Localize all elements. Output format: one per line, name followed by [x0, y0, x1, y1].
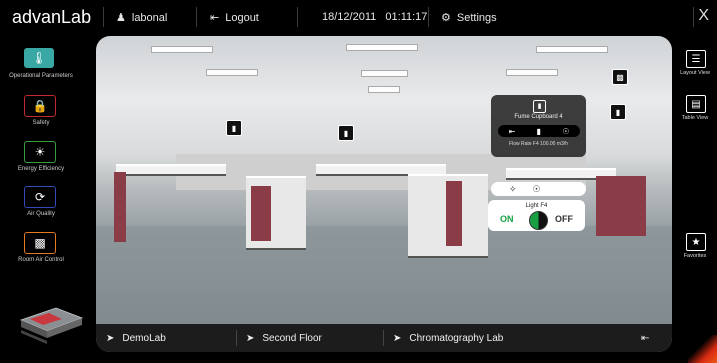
arrow-right-icon: ➤	[106, 333, 115, 344]
lock-icon: 🔒	[24, 95, 56, 117]
breadcrumb-second-floor[interactable]: ➤ Second Floor	[246, 333, 322, 344]
breadcrumb-chromatography-lab[interactable]: ➤ Chromatography Lab	[393, 333, 503, 344]
bulb-icon: ☀	[24, 141, 56, 163]
popup-controls: ⇤ ▮ ☉	[498, 125, 580, 137]
divider	[236, 330, 237, 346]
divider	[297, 7, 298, 27]
logout-button[interactable]: ⇤ Logout	[210, 11, 259, 25]
exit-room-button[interactable]: ⇤	[641, 333, 649, 344]
light-title: Light F4	[525, 203, 548, 209]
lab-bench	[316, 164, 446, 174]
fume-cupboard-marker[interactable]: ▮	[226, 120, 242, 136]
light-dial-icon: ☉	[532, 183, 541, 194]
exit-icon: ⇤	[641, 333, 650, 344]
top-bar: advanLab ♟ labonal ⇤ Logout 18/12/2011 0…	[0, 0, 717, 34]
breadcrumb-demolab[interactable]: ➤ DemoLab	[106, 333, 166, 344]
breadcrumb-label: Second Floor	[262, 333, 322, 344]
brand-corner-logo	[688, 335, 717, 363]
layers-icon: ☰	[686, 50, 706, 68]
breadcrumb-label: DemoLab	[122, 333, 166, 344]
ceiling-light	[346, 44, 418, 51]
breadcrumb: ➤ DemoLab ➤ Second Floor ➤ Chromatograph…	[96, 324, 672, 352]
thermometer-icon: 🌡	[24, 48, 54, 68]
exit-icon[interactable]: ⇤	[509, 127, 516, 136]
table-view-label: Table View	[681, 115, 709, 121]
arrow-right-icon: ➤	[393, 333, 402, 344]
popup-title: Fume Cupboard 4	[514, 114, 563, 120]
ceiling-light	[206, 69, 258, 76]
building-thumbnail[interactable]	[16, 300, 86, 344]
light-control[interactable]: Light F4 ON OFF	[488, 200, 585, 231]
username: labonal	[131, 11, 168, 24]
lab-cabinet	[114, 172, 126, 242]
sidebar-item-operational-parameters[interactable]: 🌡 Operational Parameters	[6, 48, 94, 94]
lab-cabinet	[596, 176, 646, 236]
zoom-icon[interactable]: ☉	[562, 127, 569, 136]
room-air-marker[interactable]: ▩	[612, 69, 628, 85]
light-on-label[interactable]: ON	[500, 214, 514, 224]
fume-cupboard-popup[interactable]: ▮ Fume Cupboard 4 ⇤ ▮ ☉ Flow Rate F4 100…	[491, 95, 586, 157]
logout-icon: ⇤	[210, 12, 220, 24]
ceiling-light	[151, 46, 213, 53]
flow-rate: Flow Rate F4 100.00 m3/h	[509, 141, 568, 147]
sidebar-item-label: Air Quality	[27, 211, 55, 217]
ceiling-light	[368, 86, 400, 93]
lab-3d-view[interactable]: ▮ ▮ ▮ ▩	[96, 36, 672, 352]
fume-cupboard-icon: ▮	[533, 100, 546, 113]
fume-cupboard-icon[interactable]: ▮	[537, 127, 541, 136]
fan-control[interactable]: ✧ ☉	[491, 182, 586, 196]
ceiling-light	[361, 70, 408, 77]
divider	[103, 7, 104, 27]
lab-bench	[116, 164, 226, 174]
gear-icon: ⚙	[441, 12, 451, 24]
lab-cabinet	[251, 186, 271, 241]
air-control-icon: ▩	[24, 232, 56, 254]
fume-cupboard-marker[interactable]: ▮	[610, 104, 626, 120]
user-menu[interactable]: ♟ labonal	[116, 11, 168, 25]
user-icon: ♟	[116, 12, 126, 24]
divider	[383, 330, 384, 346]
datetime: 18/12/2011 01:11:17	[322, 11, 428, 23]
star-icon: ★	[686, 233, 706, 251]
sidebar-item-label: Safety	[32, 120, 50, 126]
favorites-label: Favorites	[683, 253, 707, 259]
divider	[428, 7, 429, 27]
settings-label: Settings	[456, 11, 497, 24]
lab-cabinet	[446, 181, 462, 246]
sidebar-item-room-air-control[interactable]: ▩ Room Air Control	[6, 232, 94, 278]
sidebar-item-safety[interactable]: 🔒 Safety	[6, 95, 94, 141]
settings-button[interactable]: ⚙ Settings	[441, 11, 497, 25]
close-button[interactable]: X	[698, 7, 709, 25]
sidebar-item-energy-efficiency[interactable]: ☀ Energy Efficiency	[6, 141, 94, 187]
divider	[196, 7, 197, 27]
light-off-label[interactable]: OFF	[555, 214, 573, 224]
breadcrumb-label: Chromatography Lab	[409, 333, 504, 344]
divider	[693, 7, 694, 27]
logout-label: Logout	[225, 11, 259, 24]
sidebar-item-label: Energy Efficiency	[17, 166, 65, 172]
layout-view-button[interactable]: ☰ Layout View	[674, 50, 716, 82]
app-title: advanLab	[12, 7, 92, 27]
table-view-button[interactable]: ▤ Table View	[674, 95, 716, 127]
fume-cupboard-marker[interactable]: ▮	[338, 125, 354, 141]
ceiling-light	[536, 46, 608, 53]
layout-view-label: Layout View	[680, 70, 710, 76]
fan-icon: ✧	[509, 183, 517, 194]
table-icon: ▤	[686, 95, 706, 113]
light-toggle[interactable]	[529, 211, 548, 230]
sidebar-item-label: Operational Parameters	[9, 73, 73, 79]
sidebar-item-label: Room Air Control	[18, 257, 64, 263]
arrow-right-icon: ➤	[246, 333, 255, 344]
ceiling-light	[506, 69, 558, 76]
right-sidebar: ☰ Layout View ▤ Table View ★ Favorites	[672, 34, 717, 363]
air-swirl-icon: ⟳	[24, 186, 56, 208]
sidebar-item-air-quality[interactable]: ⟳ Air Quality	[6, 186, 94, 232]
favorites-button[interactable]: ★ Favorites	[674, 233, 716, 265]
